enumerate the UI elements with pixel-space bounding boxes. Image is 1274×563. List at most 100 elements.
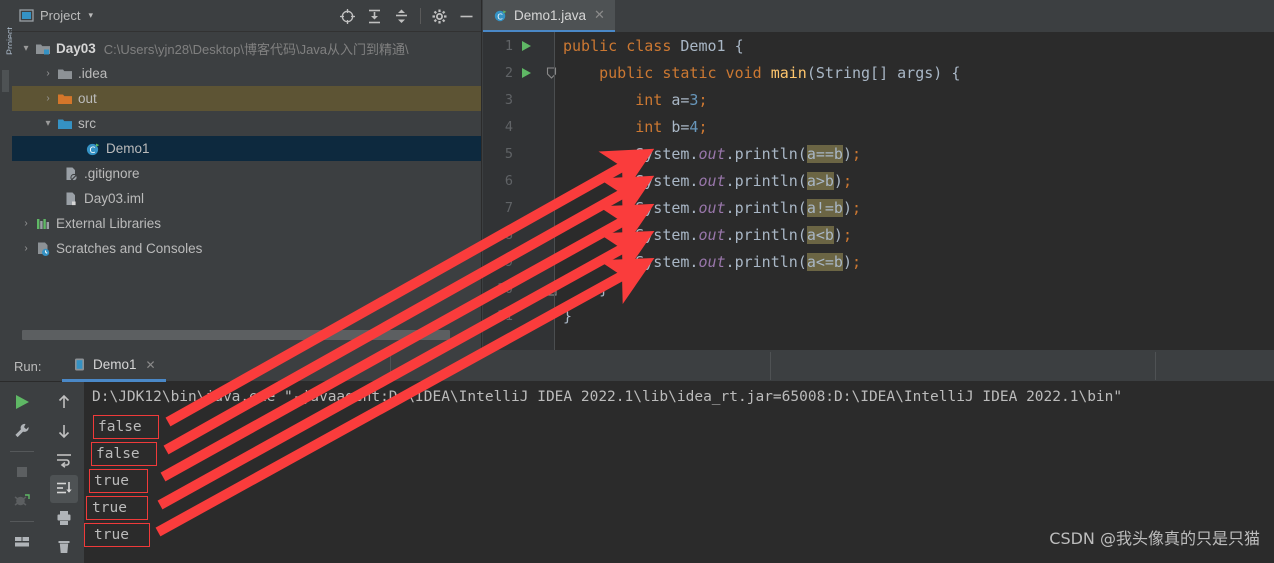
arrow-up-button[interactable] — [50, 388, 78, 416]
code-token: . — [725, 198, 735, 217]
code-token: println — [734, 252, 798, 271]
code-token: class — [626, 36, 672, 55]
close-icon[interactable]: ✕ — [594, 7, 605, 23]
tree-item-demo1[interactable]: C Demo1 — [12, 136, 481, 161]
gitignore-file-icon — [62, 166, 80, 182]
rerun-button[interactable] — [8, 388, 36, 416]
tree-item-day03[interactable]: ▾ Day03 C:\Users\yjn28\Desktop\博客代码\Java… — [12, 36, 481, 61]
stop-button[interactable] — [8, 458, 36, 486]
editor-tab-demo1-java[interactable]: C Demo1.java ✕ — [483, 0, 615, 32]
code-line: System. out. println(a<=b); — [635, 248, 861, 275]
code-token: System — [635, 252, 690, 271]
run-toolbar-primary — [0, 382, 44, 563]
tree-item-iml[interactable]: Day03.iml — [12, 186, 481, 211]
tree-label: src — [78, 116, 96, 131]
tree-label: Day03.iml — [84, 191, 145, 206]
print-button[interactable] — [50, 504, 78, 532]
chevron-right-icon[interactable]: › — [40, 91, 56, 107]
code-token: ( — [797, 144, 807, 163]
gutter-line: 10 — [483, 275, 557, 302]
collapse-all-icon[interactable] — [393, 8, 410, 25]
code-token: } — [563, 306, 573, 325]
run-tab-demo1[interactable]: Demo1 ✕ — [62, 350, 166, 382]
code-token: . — [689, 198, 699, 217]
gutter-line: 5 — [483, 140, 555, 167]
run-method-icon[interactable] — [520, 67, 532, 79]
code-line: System. out. println(a!=b); — [635, 194, 861, 221]
rerun-failed-tests-button[interactable] — [8, 487, 36, 515]
chevron-right-icon[interactable]: › — [40, 66, 56, 82]
arrow-down-button[interactable] — [50, 417, 78, 445]
expand-all-icon[interactable] — [366, 8, 383, 25]
code-text[interactable]: public class Demo1 {public static void m… — [555, 32, 1274, 350]
gutter-line: 6 — [483, 167, 555, 194]
project-tool-window: Project ▾ ▾ Day03 C:\Users\yjn28\Desktop… — [12, 0, 482, 350]
layout-settings-button[interactable] — [8, 528, 36, 556]
tabbar-divider — [1155, 352, 1156, 380]
code-token: println — [734, 225, 798, 244]
code-token: Demo1 — [680, 36, 726, 55]
scrollbar-thumb[interactable] — [22, 330, 450, 340]
code-editor[interactable]: 1 2 3 4 5 6 7 8 9 10 11 public class Dem… — [483, 32, 1274, 350]
code-token: public — [563, 36, 618, 55]
code-token: public — [599, 63, 654, 82]
chevron-right-icon[interactable]: › — [18, 241, 34, 257]
chevron-expanded-icon[interactable]: ▾ — [18, 41, 34, 57]
line-number: 11 — [496, 307, 513, 324]
code-token: println — [734, 171, 798, 190]
close-icon[interactable]: ✕ — [146, 358, 156, 372]
gutter-line: 11 — [483, 302, 555, 329]
code-token: main — [770, 63, 807, 82]
tree-label: .gitignore — [84, 166, 140, 181]
code-token: ( — [797, 198, 807, 217]
code-token: System — [635, 171, 690, 190]
code-token: ; — [698, 117, 708, 136]
code-token: ( — [797, 252, 807, 271]
tree-item-idea[interactable]: › .idea — [12, 61, 481, 86]
edit-configurations-button[interactable] — [8, 417, 36, 445]
toolbar-divider — [10, 521, 34, 522]
java-class-icon: C — [84, 141, 102, 157]
tree-item-external-libraries[interactable]: › External Libraries — [12, 211, 481, 236]
code-line: System. out. println(a==b); — [635, 140, 861, 167]
code-token: ) — [842, 252, 852, 271]
gutter-line: 8 — [483, 221, 555, 248]
soft-wrap-button[interactable] — [50, 446, 78, 474]
code-token: . — [725, 171, 735, 190]
code-token: ( — [806, 63, 816, 82]
tree-label: Demo1 — [106, 141, 150, 156]
line-number: 4 — [504, 118, 513, 135]
tree-item-out[interactable]: › out — [12, 86, 481, 111]
locate-icon[interactable] — [339, 8, 356, 25]
tree-item-gitignore[interactable]: .gitignore — [12, 161, 481, 186]
tree-item-src[interactable]: ▾ src — [12, 111, 481, 136]
toolbar-divider — [420, 8, 421, 24]
chevron-down-icon[interactable]: ▾ — [88, 10, 93, 21]
editor-gutter[interactable]: 1 2 3 4 5 6 7 8 9 10 11 — [483, 32, 557, 350]
settings-gear-icon[interactable] — [431, 8, 448, 25]
svg-text:C: C — [497, 12, 503, 21]
chevron-expanded-icon[interactable]: ▾ — [40, 116, 56, 132]
scroll-to-end-button[interactable] — [50, 475, 78, 503]
code-line: } — [563, 302, 572, 329]
output-highlight-box — [86, 496, 148, 520]
hide-panel-icon[interactable] — [458, 8, 475, 25]
left-tool-stripe[interactable]: Project — [0, 0, 15, 350]
run-class-icon[interactable] — [520, 40, 532, 52]
tree-item-scratches[interactable]: › Scratches and Consoles — [12, 236, 481, 261]
chevron-right-icon[interactable]: › — [18, 216, 34, 232]
code-token: a<=b — [806, 252, 843, 271]
output-highlight-box — [93, 415, 159, 439]
code-token: ; — [842, 171, 852, 190]
clear-all-button[interactable] — [50, 533, 78, 561]
code-line: int a= 3; — [635, 86, 707, 113]
code-token: out — [698, 171, 726, 190]
project-horizontal-scrollbar[interactable] — [18, 330, 476, 340]
output-highlight-box — [84, 523, 150, 547]
iml-file-icon — [62, 191, 80, 207]
code-token: println — [734, 144, 798, 163]
project-tree: ▾ Day03 C:\Users\yjn28\Desktop\博客代码\Java… — [12, 32, 481, 326]
line-number: 2 — [504, 64, 513, 81]
